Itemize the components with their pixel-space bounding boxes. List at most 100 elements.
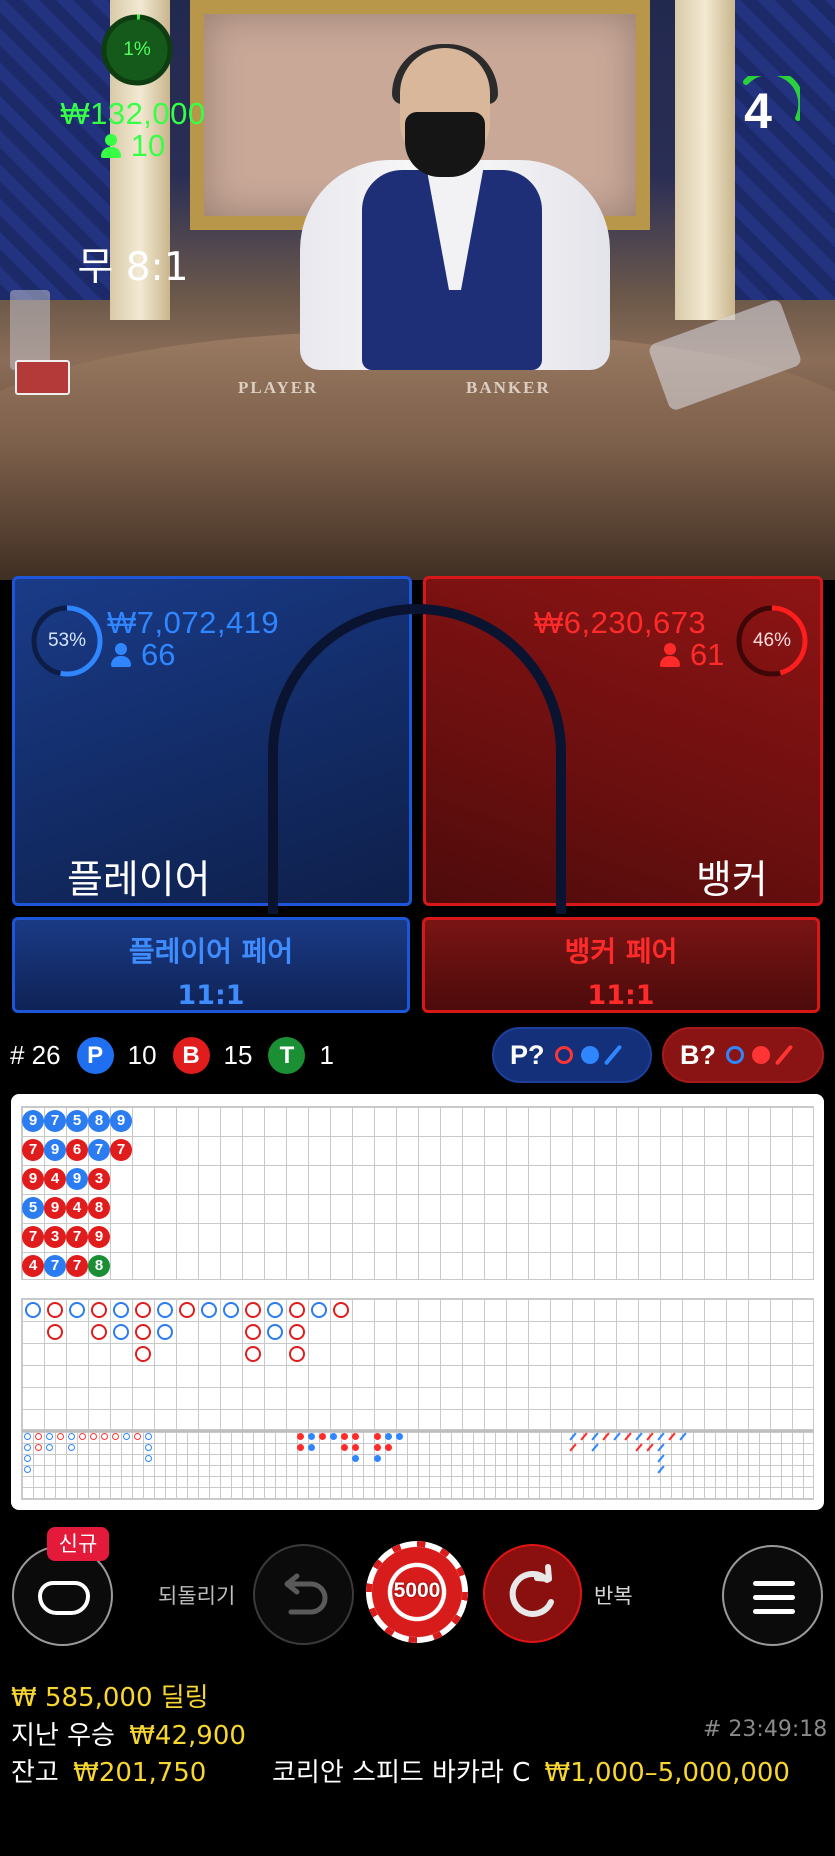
bead-result: 7 [88, 1139, 110, 1161]
game-screen: PLAYER BANKER 4 53% ₩7,072,419 66 플레이어 4… [0, 0, 835, 1856]
road-marker [396, 1433, 403, 1440]
big-road-marker [245, 1302, 261, 1318]
road-marker [145, 1444, 152, 1451]
table-banker-label: BANKER [466, 378, 551, 397]
bead-result: 3 [44, 1226, 66, 1248]
prediction-dot-icon [752, 1046, 770, 1064]
road-marker [24, 1466, 31, 1473]
bead-result: 7 [44, 1255, 66, 1277]
bead-result: 3 [88, 1168, 110, 1190]
tie-badge: T [268, 1036, 306, 1074]
repeat-label: 반복 [594, 1584, 633, 1608]
last-win-amount: ₩42,900 [129, 1721, 246, 1751]
bead-result: 9 [22, 1110, 44, 1132]
big-road-marker [91, 1302, 107, 1318]
road-marker [308, 1444, 315, 1451]
road-marker [646, 1443, 654, 1452]
road-marker [145, 1455, 152, 1462]
road-marker [591, 1443, 599, 1452]
road-marker [308, 1433, 315, 1440]
road-marker [385, 1444, 392, 1451]
road-marker [635, 1443, 643, 1452]
road-marker [657, 1465, 665, 1474]
countdown-timer: 4 [728, 69, 805, 148]
road-marker [68, 1433, 75, 1440]
tie-bet-label: 무 8:1 [77, 245, 189, 290]
pillar-right [675, 0, 735, 320]
road-marker [79, 1433, 86, 1440]
banker-bet-label: 뱅커 [696, 858, 768, 903]
bead-result: 4 [44, 1168, 66, 1190]
big-road-marker [267, 1302, 283, 1318]
banker-prediction-label: B? [680, 1039, 716, 1070]
road-marker [46, 1433, 53, 1440]
scoreboard-roadmap[interactable]: 97957479493756947787389897 [11, 1094, 824, 1510]
chip-selector-button[interactable]: 5000 [366, 1541, 468, 1643]
banker-bettor-count-wrap: 61 [660, 637, 724, 673]
wall-panel-right [735, 0, 835, 300]
repeat-button[interactable] [483, 1544, 582, 1643]
round-statistics: # 26 P 10 B 15 T 1 [10, 1034, 334, 1076]
lobby-table-icon [38, 1581, 90, 1615]
bead-result: 7 [66, 1226, 88, 1248]
bead-result: 6 [66, 1139, 88, 1161]
road-marker [101, 1433, 108, 1440]
tie-percent: 1% [123, 39, 151, 60]
road-marker [679, 1432, 687, 1441]
big-road-marker [157, 1302, 173, 1318]
road-marker [374, 1444, 381, 1451]
bead-result: 7 [22, 1139, 44, 1161]
big-road-marker [113, 1302, 129, 1318]
road-marker [374, 1433, 381, 1440]
timer-value: 4 [744, 83, 772, 139]
menu-button[interactable] [722, 1545, 823, 1646]
big-road-marker [289, 1324, 305, 1340]
person-icon [660, 643, 680, 667]
big-road-marker [223, 1302, 239, 1318]
dealing-info: ₩ 585,000 딜링 [11, 1677, 209, 1714]
big-road-marker [113, 1324, 129, 1340]
table-player-label: PLAYER [238, 378, 319, 397]
big-road-marker [311, 1302, 327, 1318]
player-badge: P [76, 1036, 114, 1074]
bet-spot-banker-pair[interactable]: 뱅커 페어 11:1 [422, 917, 820, 1013]
road-marker [123, 1433, 130, 1440]
big-road-marker [245, 1346, 261, 1362]
discard-tray [10, 290, 50, 370]
player-prediction-label: P? [510, 1039, 545, 1070]
person-icon [111, 643, 131, 667]
big-road-marker [69, 1302, 85, 1318]
tie-percent-ring: 1% [99, 12, 175, 88]
road-marker [657, 1454, 665, 1463]
road-marker [602, 1432, 610, 1441]
bead-result: 7 [22, 1226, 44, 1248]
banker-prediction-button[interactable]: B? [662, 1027, 824, 1083]
prediction-ring-icon [726, 1046, 744, 1064]
road-marker [297, 1444, 304, 1451]
road-marker [668, 1432, 676, 1441]
balance-amount: ₩201,750 [73, 1758, 207, 1788]
undo-label: 되돌리기 [158, 1584, 236, 1608]
road-marker [374, 1455, 381, 1462]
undo-button[interactable] [253, 1544, 354, 1645]
road-marker [635, 1432, 643, 1441]
road-marker [613, 1432, 621, 1441]
tie-win-count: 1 [319, 1039, 334, 1070]
player-bet-label: 플레이어 [67, 858, 211, 903]
table-limits: ₩1,000–5,000,000 [544, 1758, 790, 1788]
big-road-marker [135, 1324, 151, 1340]
banker-pair-odds: 11:1 [587, 980, 655, 1011]
big-road-marker [289, 1302, 305, 1318]
bead-result: 9 [44, 1139, 66, 1161]
road-marker [624, 1432, 632, 1441]
big-road-marker [25, 1302, 41, 1318]
bet-spot-player-pair[interactable]: 플레이어 페어 11:1 [12, 917, 410, 1013]
prediction-slash-icon [603, 1044, 622, 1066]
road-marker [35, 1444, 42, 1451]
bead-result: 9 [88, 1226, 110, 1248]
player-percent-ring: 53% [29, 603, 105, 679]
undo-icon [284, 1573, 328, 1615]
bead-result: 9 [22, 1168, 44, 1190]
player-prediction-button[interactable]: P? [492, 1027, 652, 1083]
prediction-slash-icon [774, 1044, 794, 1066]
